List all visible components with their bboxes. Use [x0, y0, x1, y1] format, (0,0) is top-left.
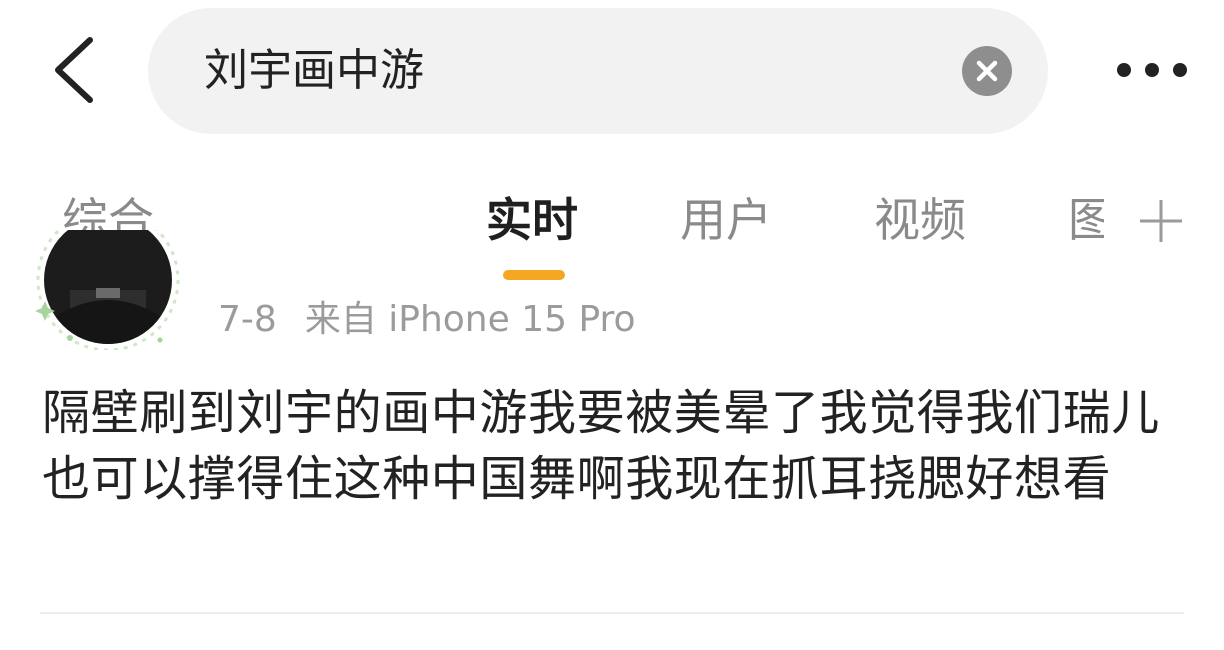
search-input[interactable]: 刘宇画中游: [204, 44, 424, 98]
post-meta: 7-8 来自 iPhone 15 Pro: [218, 296, 636, 344]
more-dots-icon: [1117, 63, 1187, 77]
search-bar[interactable]: 刘宇画中游: [148, 8, 1048, 134]
active-tab-indicator: [503, 270, 565, 280]
more-options-button[interactable]: [1110, 50, 1194, 90]
tab-realtime[interactable]: 实时: [486, 190, 578, 250]
post-source: 来自 iPhone 15 Pro: [304, 299, 636, 340]
post-date: 7-8: [218, 299, 277, 340]
tab-users[interactable]: 用户: [680, 190, 772, 250]
close-icon: [976, 60, 998, 82]
avatar[interactable]: [30, 230, 190, 350]
tab-images[interactable]: 图: [1068, 190, 1104, 250]
clear-search-button[interactable]: [962, 46, 1012, 96]
avatar-image: [35, 230, 180, 350]
back-button[interactable]: [40, 30, 110, 110]
tab-videos[interactable]: 视频: [874, 190, 966, 250]
add-tab-button[interactable]: [1138, 198, 1184, 244]
post-divider: [40, 612, 1184, 614]
chevron-left-icon: [55, 37, 93, 103]
post-content[interactable]: 隔壁刷到刘宇的画中游我要被美晕了我觉得我们瑞儿也可以撑得住这种中国舞啊我现在抓耳…: [42, 380, 1182, 512]
search-results-page: 刘宇画中游 综合 实时 用户 视频 图 7-8 来自 iPhone 15 Pro…: [0, 0, 1224, 650]
plus-icon: [1140, 200, 1182, 242]
